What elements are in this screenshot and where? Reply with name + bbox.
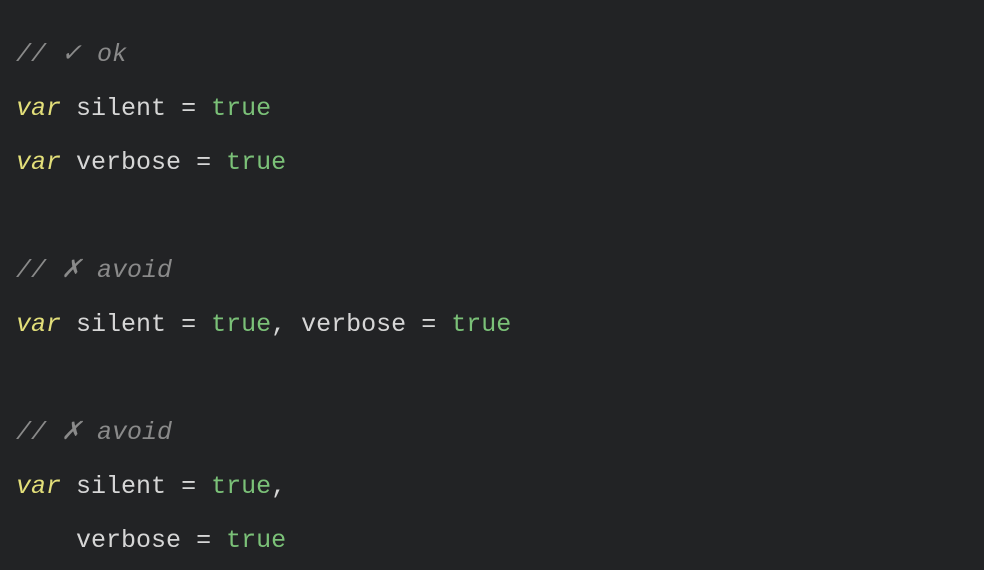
code-line: // ✗ avoid <box>16 406 968 460</box>
code-token: = <box>181 94 196 123</box>
code-line: var verbose = true <box>16 136 968 190</box>
code-token: var <box>16 94 61 123</box>
code-token: var <box>16 148 61 177</box>
code-line <box>16 190 968 244</box>
code-line: var silent = true, <box>16 460 968 514</box>
code-token: var <box>16 310 61 339</box>
code-token: // ✓ ok <box>16 40 127 69</box>
code-token <box>166 310 181 339</box>
code-token <box>16 364 31 393</box>
code-line: var silent = true, verbose = true <box>16 298 968 352</box>
code-line: var silent = true <box>16 82 968 136</box>
code-token <box>196 310 211 339</box>
code-token: true <box>226 526 286 555</box>
code-token <box>211 526 226 555</box>
code-token: verbose <box>301 310 406 339</box>
code-token: = <box>181 472 196 501</box>
code-token: = <box>196 526 211 555</box>
code-token: = <box>421 310 436 339</box>
code-line: // ✓ ok <box>16 28 968 82</box>
code-token <box>16 202 31 231</box>
code-token: = <box>196 148 211 177</box>
code-token: verbose <box>76 148 181 177</box>
code-line: // ✗ avoid <box>16 244 968 298</box>
code-token: true <box>226 148 286 177</box>
code-token <box>406 310 421 339</box>
code-token: // ✗ avoid <box>16 256 172 285</box>
code-token: true <box>211 472 271 501</box>
code-token <box>61 472 76 501</box>
code-token <box>181 526 196 555</box>
code-token: true <box>211 94 271 123</box>
code-token <box>16 526 76 555</box>
code-token: true <box>451 310 511 339</box>
code-token <box>166 94 181 123</box>
code-block: // ✓ okvar silent = truevar verbose = tr… <box>0 0 984 570</box>
code-token <box>211 148 226 177</box>
code-token <box>61 94 76 123</box>
code-token <box>181 148 196 177</box>
code-line <box>16 352 968 406</box>
code-line: verbose = true <box>16 514 968 568</box>
code-token: = <box>181 310 196 339</box>
code-token: silent <box>76 310 166 339</box>
code-token <box>166 472 181 501</box>
code-token: silent <box>76 94 166 123</box>
code-token <box>286 310 301 339</box>
code-token: var <box>16 472 61 501</box>
code-token: , <box>271 310 286 339</box>
code-token: , <box>271 472 286 501</box>
code-token <box>436 310 451 339</box>
code-token: silent <box>76 472 166 501</box>
code-token <box>196 94 211 123</box>
code-token <box>61 148 76 177</box>
code-token: true <box>211 310 271 339</box>
code-token: // ✗ avoid <box>16 418 172 447</box>
code-token: verbose <box>76 526 181 555</box>
code-token <box>196 472 211 501</box>
code-token <box>61 310 76 339</box>
